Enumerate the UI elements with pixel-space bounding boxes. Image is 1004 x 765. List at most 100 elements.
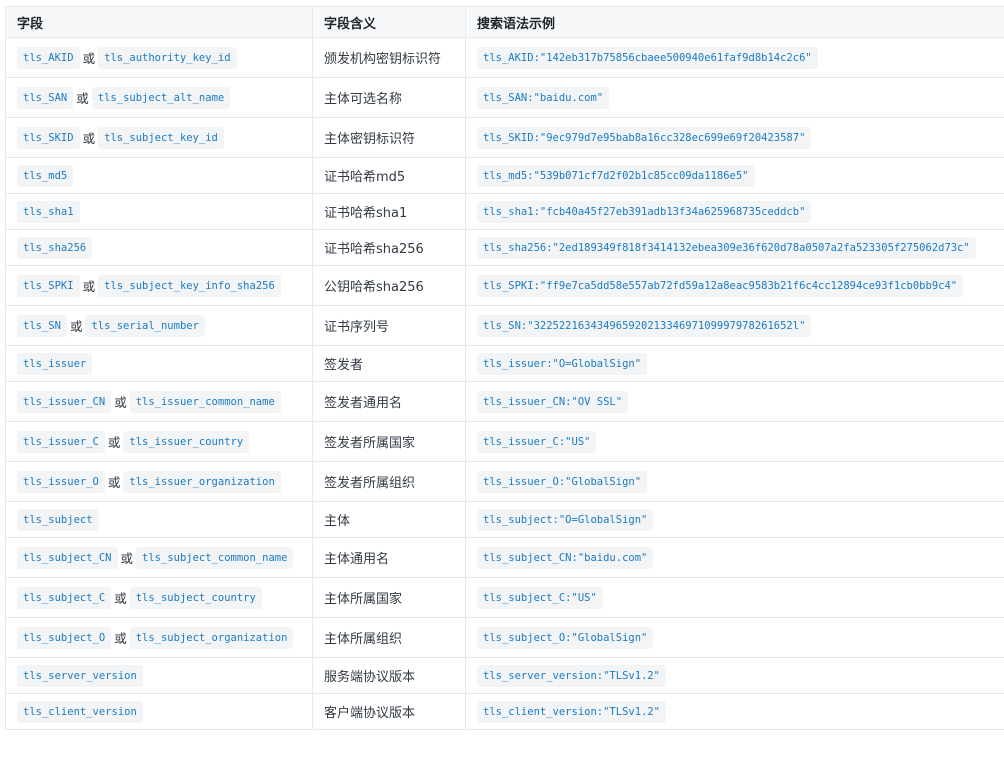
search-example-code: tls_SAN:"baidu.com" [477, 86, 610, 109]
example-cell: tls_sha1:"fcb40a45f27eb391adb13f34a62596… [465, 193, 1004, 230]
or-separator: 或 [76, 91, 89, 106]
field-alias-code: tls_subject_key_id [98, 126, 224, 149]
field-name-code: tls_subject [17, 508, 99, 531]
table-row: tls_issuer 签发者 tls_issuer:"O=GlobalSign" [5, 345, 1004, 382]
or-separator: 或 [107, 475, 121, 490]
table-row: tls_SN 或 tls_serial_number 证书序列号 tls_SN:"322… [5, 305, 1004, 346]
field-alias-code: tls_subject_organization [129, 626, 294, 649]
field-alias-code: tls_issuer_organization [123, 470, 281, 493]
table-row: tls_md5 证书哈希md5 tls_md5:"539b071cf7d2f02b1… [5, 157, 1004, 194]
example-cell: tls_issuer:"O=GlobalSign" [465, 345, 1004, 382]
or-separator: 或 [107, 435, 121, 450]
field-meaning: 主体所属国家 [312, 577, 466, 618]
field-meaning: 签发者通用名 [312, 381, 466, 422]
field-meaning: 证书哈希sha1 [312, 193, 466, 230]
field-name-code: tls_SN [17, 314, 67, 337]
field-cell: tls_issuer_C 或 tls_issuer_country [5, 421, 313, 462]
field-cell: tls_SKID 或 tls_subject_key_id [5, 117, 313, 158]
table-row: tls_subject_C 或 tls_subject_country 主体所属国家 t… [5, 577, 1004, 618]
field-name-code: tls_SKID [17, 126, 80, 149]
field-alias-code: tls_serial_number [85, 314, 205, 337]
or-separator: 或 [120, 551, 134, 566]
table-row: tls_issuer_C 或 tls_issuer_country 签发者所属国家 tl… [5, 421, 1004, 462]
field-meaning: 证书序列号 [312, 305, 466, 346]
field-meaning: 主体所属组织 [312, 617, 466, 658]
search-example-code: tls_sha1:"fcb40a45f27eb391adb13f34a62596… [477, 200, 812, 223]
field-name-code: tls_AKID [17, 46, 80, 69]
example-cell: tls_SPKI:"ff9e7ca5dd58e557ab72fd59a12a8e… [465, 265, 1004, 306]
search-example-code: tls_SN:"32252216343496592021334697109997… [477, 314, 812, 337]
table-row: tls_sha256 证书哈希sha256 tls_sha256:"2ed18934… [5, 229, 1004, 266]
search-example-code: tls_issuer:"O=GlobalSign" [477, 352, 648, 375]
table-row: tls_sha1 证书哈希sha1 tls_sha1:"fcb40a45f27eb3… [5, 193, 1004, 230]
field-name-code: tls_server_version [17, 664, 143, 687]
field-name-code: tls_SPKI [17, 274, 80, 297]
field-meaning: 主体通用名 [312, 537, 466, 578]
field-name-code: tls_issuer [17, 352, 93, 375]
example-cell: tls_AKID:"142eb317b75856cbaee500940e61fa… [465, 37, 1004, 78]
example-cell: tls_issuer_CN:"OV SSL" [465, 381, 1004, 422]
example-cell: tls_SKID:"9ec979d7e95bab8a16cc328ec699e6… [465, 117, 1004, 158]
field-name-code: tls_issuer_C [17, 430, 105, 453]
field-meaning: 证书哈希sha256 [312, 229, 466, 266]
search-example-code: tls_issuer_O:"GlobalSign" [477, 470, 648, 493]
example-cell: tls_subject_O:"GlobalSign" [465, 617, 1004, 658]
search-example-code: tls_AKID:"142eb317b75856cbaee500940e61fa… [477, 46, 818, 69]
or-separator: 或 [114, 631, 127, 646]
or-separator: 或 [114, 591, 127, 606]
table-row: tls_server_version 服务端协议版本 tls_server_vers… [5, 657, 1004, 694]
table-row: tls_subject_CN 或 tls_subject_common_name 主体… [5, 537, 1004, 578]
example-cell: tls_subject_CN:"baidu.com" [465, 537, 1004, 578]
field-meaning: 颁发机构密钥标识符 [312, 37, 466, 78]
table-row: tls_issuer_O 或 tls_issuer_organization 签发者所… [5, 461, 1004, 502]
field-meaning: 主体密钥标识符 [312, 117, 466, 158]
search-example-code: tls_SPKI:"ff9e7ca5dd58e557ab72fd59a12a8e… [477, 274, 964, 297]
field-meaning: 公钥哈希sha256 [312, 265, 466, 306]
field-alias-code: tls_subject_country [129, 586, 262, 609]
search-example-code: tls_subject_O:"GlobalSign" [477, 626, 654, 649]
search-example-code: tls_md5:"539b071cf7d2f02b1c85cc09da1186e… [477, 164, 755, 187]
field-name-code: tls_issuer_CN [17, 390, 112, 413]
search-example-code: tls_issuer_C:"US" [477, 430, 597, 453]
field-cell: tls_subject_C 或 tls_subject_country [5, 577, 313, 618]
header-field: 字段 [5, 6, 313, 38]
table-body: tls_AKID 或 tls_authority_key_id 颁发机构密钥标识符 tl… [5, 37, 1004, 730]
field-meaning: 主体可选名称 [312, 77, 466, 118]
field-name-code: tls_client_version [17, 700, 143, 723]
example-cell: tls_client_version:"TLSv1.2" [465, 693, 1004, 730]
field-alias-code: tls_subject_alt_name [91, 86, 231, 109]
search-example-code: tls_issuer_CN:"OV SSL" [477, 390, 629, 413]
field-cell: tls_SPKI 或 tls_subject_key_info_sha256 [5, 265, 313, 306]
field-meaning: 主体 [312, 501, 466, 538]
search-example-code: tls_client_version:"TLSv1.2" [477, 700, 667, 723]
field-name-code: tls_subject_CN [17, 546, 118, 569]
search-example-code: tls_server_version:"TLSv1.2" [477, 664, 667, 687]
example-cell: tls_server_version:"TLSv1.2" [465, 657, 1004, 694]
header-meaning: 字段含义 [312, 6, 466, 38]
header-row: 字段 字段含义 搜索语法示例 [5, 6, 1004, 38]
search-example-code: tls_subject_C:"US" [477, 586, 603, 609]
field-alias-code: tls_issuer_country [123, 430, 250, 453]
field-name-code: tls_issuer_O [17, 470, 105, 493]
field-meaning: 服务端协议版本 [312, 657, 466, 694]
field-name-code: tls_SAN [17, 86, 74, 109]
field-meaning: 证书哈希md5 [312, 157, 466, 194]
field-cell: tls_issuer [5, 345, 313, 382]
field-cell: tls_subject_CN 或 tls_subject_common_name [5, 537, 313, 578]
example-cell: tls_issuer_O:"GlobalSign" [465, 461, 1004, 502]
field-name-code: tls_sha1 [17, 200, 80, 223]
field-cell: tls_md5 [5, 157, 313, 194]
table-row: tls_SPKI 或 tls_subject_key_info_sha256 公钥哈希… [5, 265, 1004, 306]
search-example-code: tls_subject:"O=GlobalSign" [477, 508, 654, 531]
field-name-code: tls_subject_C [17, 586, 112, 609]
field-alias-code: tls_issuer_common_name [129, 390, 281, 413]
field-cell: tls_subject_O 或 tls_subject_organization [5, 617, 313, 658]
table-row: tls_AKID 或 tls_authority_key_id 颁发机构密钥标识符 tl… [5, 37, 1004, 78]
field-cell: tls_issuer_O 或 tls_issuer_organization [5, 461, 313, 502]
search-example-code: tls_SKID:"9ec979d7e95bab8a16cc328ec699e6… [477, 126, 812, 149]
table-row: tls_issuer_CN 或 tls_issuer_common_name 签发者通… [5, 381, 1004, 422]
example-cell: tls_SAN:"baidu.com" [465, 77, 1004, 118]
field-name-code: tls_sha256 [17, 236, 93, 259]
example-cell: tls_md5:"539b071cf7d2f02b1c85cc09da1186e… [465, 157, 1004, 194]
field-alias-code: tls_authority_key_id [98, 46, 237, 69]
